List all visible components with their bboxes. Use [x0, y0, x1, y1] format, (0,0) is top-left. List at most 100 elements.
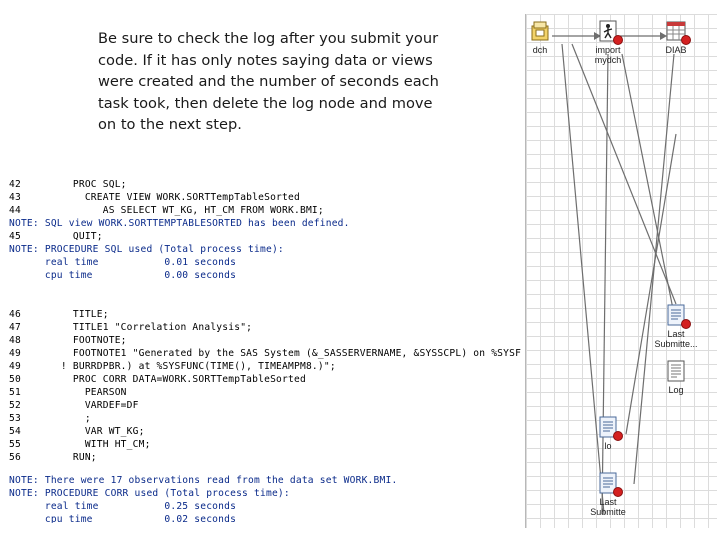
instruction-line: code. If it has only notes saying data o…	[98, 51, 433, 69]
log-line: 52 VARDEF=DF	[9, 399, 139, 412]
log-line: 53 ;	[9, 412, 91, 425]
instruction-line: were created and the number of seconds e…	[98, 73, 439, 91]
log-line-text: QUIT;	[43, 231, 103, 242]
flow-node-import[interactable]: import mydch	[584, 20, 632, 65]
log-line: 42 PROC SQL;	[9, 178, 127, 191]
import-data-icon	[598, 20, 623, 45]
log-line-text: NOTE: SQL view WORK.SORTTEMPTABLESORTED …	[9, 218, 350, 229]
log-line-number: 47	[9, 322, 21, 333]
log-line-number: 53	[9, 413, 21, 424]
error-status-icon	[613, 35, 623, 45]
error-status-icon	[613, 431, 623, 441]
program-icon	[598, 472, 623, 497]
log-line: 44 AS SELECT WT_KG, HT_CM FROM WORK.BMI;	[9, 204, 324, 217]
log-line: 46 TITLE;	[9, 308, 109, 321]
log-note-line: NOTE: PROCEDURE CORR used (Total process…	[9, 487, 290, 500]
log-line-text: NOTE: There were 17 observations read fr…	[9, 475, 398, 486]
log-line: 47 TITLE1 "Correlation Analysis";	[9, 321, 252, 334]
library-icon	[530, 20, 550, 42]
instruction-line: Be sure to check the log after you submi…	[98, 30, 439, 47]
log-line-text: PROC SQL;	[43, 179, 127, 190]
log-line-text: cpu time 0.02 seconds	[9, 514, 237, 523]
log-line: 55 WITH HT_CM;	[9, 438, 151, 451]
log-line-text: AS SELECT WT_KG, HT_CM FROM WORK.BMI;	[43, 205, 324, 216]
flow-node-lo[interactable]: lo	[584, 416, 632, 451]
log-line-number: 48	[9, 335, 21, 346]
log-line: 48 FOOTNOTE;	[9, 334, 127, 347]
log-line-text: ! BURRDPBR.) at %SYSFUNC(TIME(), TIMEAMP…	[43, 361, 336, 372]
sas-log-window[interactable]: 42 PROC SQL; 43 CREATE VIEW WORK.SORTTem…	[9, 178, 524, 523]
log-line-number: 49	[9, 348, 21, 359]
instruction-line: task took, then delete the log node and …	[98, 94, 433, 112]
log-line: 49 FOOTNOTE1 "Generated by the SAS Syste…	[9, 347, 521, 360]
log-note-line: cpu time 0.00 seconds	[9, 269, 236, 282]
log-line-number: 44	[9, 205, 21, 216]
flow-link	[633, 53, 675, 485]
log-line-text: real time 0.25 seconds	[9, 501, 237, 512]
instruction-text: Be sure to check the log after you submi…	[98, 28, 458, 136]
log-line-number: 50	[9, 374, 21, 385]
process-flow-canvas[interactable]: dch import mydch DIAB Last Submitte... L…	[525, 14, 717, 528]
log-line: 49 ! BURRDPBR.) at %SYSFUNC(TIME(), TIME…	[9, 360, 336, 373]
log-line-number: 56	[9, 452, 21, 463]
flow-node-label: import mydch	[594, 45, 622, 65]
log-note-line: cpu time 0.02 seconds	[9, 513, 236, 523]
log-line-number: 43	[9, 192, 21, 203]
log-line-text: cpu time 0.00 seconds	[9, 270, 237, 281]
log-line-number: 49	[9, 361, 21, 372]
program-icon	[666, 304, 691, 329]
log-line-number: 46	[9, 309, 21, 320]
log-note-line: NOTE: There were 17 observations read fr…	[9, 474, 397, 487]
log-line: 43 CREATE VIEW WORK.SORTTempTableSorted	[9, 191, 300, 204]
flow-node-log[interactable]: Log	[652, 360, 700, 395]
log-line: 56 RUN;	[9, 451, 97, 464]
error-status-icon	[681, 35, 691, 45]
log-line-text: VAR WT_KG;	[43, 426, 145, 437]
flow-link	[621, 53, 675, 315]
flow-node-label: Last Submitte	[590, 497, 626, 517]
flow-node-last-submitted-2[interactable]: Last Submitte	[584, 472, 632, 517]
log-line-text: VARDEF=DF	[43, 400, 139, 411]
log-note-line: NOTE: SQL view WORK.SORTTEMPTABLESORTED …	[9, 217, 350, 230]
log-line: 45 QUIT;	[9, 230, 103, 243]
log-line-text: NOTE: PROCEDURE CORR used (Total process…	[9, 488, 290, 499]
flow-node-dch[interactable]: dch	[526, 20, 564, 55]
flow-node-label: DIAB	[665, 45, 687, 55]
log-icon	[666, 360, 686, 382]
log-line-text: real time 0.01 seconds	[9, 257, 237, 268]
log-line: 51 PEARSON	[9, 386, 127, 399]
log-line-text: TITLE1 "Correlation Analysis";	[43, 322, 253, 333]
flow-node-label: Log	[668, 385, 684, 395]
log-line-number: 52	[9, 400, 21, 411]
log-line: 50 PROC CORR DATA=WORK.SORTTempTableSort…	[9, 373, 306, 386]
error-status-icon	[613, 487, 623, 497]
log-line-text: CREATE VIEW WORK.SORTTempTableSorted	[43, 192, 300, 203]
log-line-text: ;	[43, 413, 91, 424]
flow-node-label: dch	[532, 45, 548, 55]
log-line-number: 45	[9, 231, 21, 242]
log-line-text: TITLE;	[43, 309, 109, 320]
log-note-line: real time 0.25 seconds	[9, 500, 236, 513]
log-note-line: real time 0.01 seconds	[9, 256, 236, 269]
log-line-number: 51	[9, 387, 21, 398]
data-table-icon	[666, 20, 691, 45]
flow-link	[571, 43, 677, 305]
log-line-text: RUN;	[43, 452, 97, 463]
log-line-text: PEARSON	[43, 387, 127, 398]
instruction-line: on to the next step.	[98, 116, 242, 134]
log-line-number: 55	[9, 439, 21, 450]
log-line-text: NOTE: PROCEDURE SQL used (Total process …	[9, 244, 284, 255]
log-line-number: 54	[9, 426, 21, 437]
error-status-icon	[681, 319, 691, 329]
flow-node-last-submitted[interactable]: Last Submitte...	[652, 304, 700, 349]
log-line-text: FOOTNOTE1 "Generated by the SAS System (…	[43, 348, 522, 359]
program-icon	[598, 416, 623, 441]
flow-node-label: lo	[604, 441, 612, 451]
flow-node-diab[interactable]: DIAB	[652, 20, 700, 55]
log-line-text: WITH HT_CM;	[43, 439, 151, 450]
log-line: 54 VAR WT_KG;	[9, 425, 145, 438]
log-note-line: NOTE: PROCEDURE SQL used (Total process …	[9, 243, 284, 256]
log-line-number: 42	[9, 179, 21, 190]
log-line-text: FOOTNOTE;	[43, 335, 127, 346]
flow-node-label: Last Submitte...	[654, 329, 698, 349]
